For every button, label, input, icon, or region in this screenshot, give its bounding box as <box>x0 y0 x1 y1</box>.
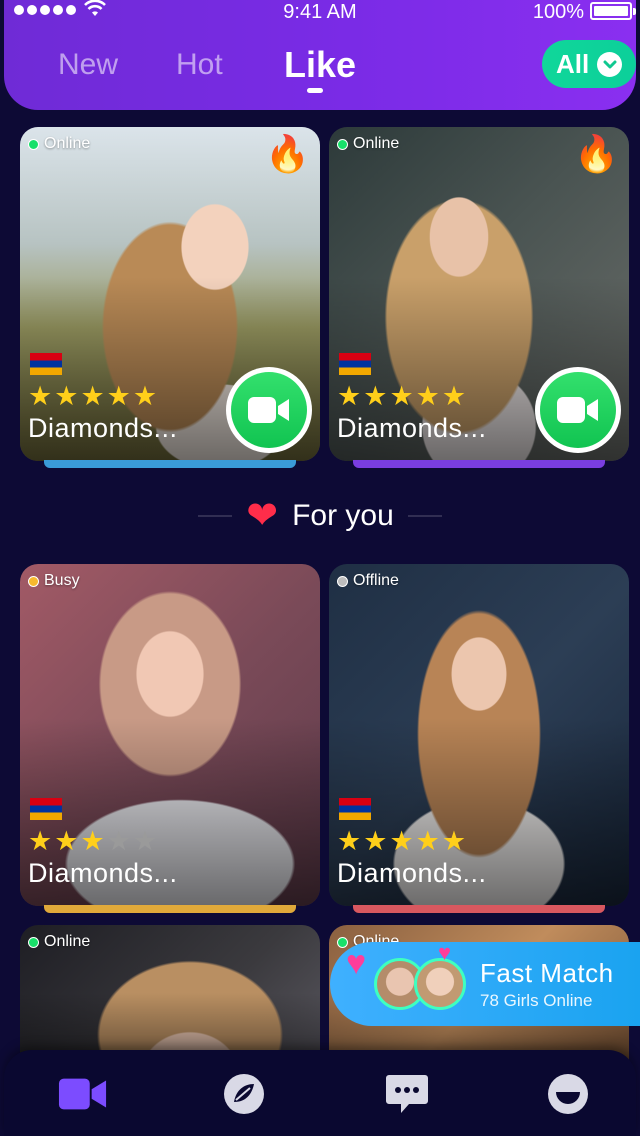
profile-name: Diamonds... <box>337 413 487 443</box>
divider <box>407 515 442 517</box>
status-dot <box>337 575 348 587</box>
tab-hot[interactable]: Hot <box>176 48 223 82</box>
status-dot <box>28 575 39 587</box>
nav-profile[interactable] <box>543 1072 593 1116</box>
star-icon: ★ <box>337 826 362 856</box>
heart-icon: ❤ <box>246 495 279 537</box>
category-tabs: New Hot Like All <box>4 40 636 100</box>
discover-icon <box>224 1074 264 1114</box>
profile-icon <box>548 1074 588 1114</box>
fast-match-button[interactable]: ♥ ♥ Fast Match 78 Girls Online <box>330 940 640 1026</box>
status-badge: Online <box>28 933 90 951</box>
star-icon: ★ <box>415 381 440 411</box>
heart-icon: ♥ <box>346 944 367 982</box>
star-icon: ★ <box>28 826 53 856</box>
star-icon: ★ <box>363 826 388 856</box>
active-tab-indicator <box>307 88 323 93</box>
filter-all-button[interactable]: All <box>542 40 636 88</box>
fast-match-title: Fast Match <box>480 958 614 988</box>
status-bar: 9:41 AM 100% <box>4 0 636 26</box>
armenia-flag-icon <box>30 353 62 375</box>
video-camera-icon <box>248 397 289 423</box>
fire-icon: 🔥 <box>265 133 310 174</box>
status-label: Online <box>44 933 91 950</box>
star-rating: ★ ★ ★ ★ ★ <box>337 828 466 855</box>
star-icon: ★ <box>389 826 414 856</box>
star-empty-icon: ★ <box>106 826 131 856</box>
for-you-heading: ❤ For you <box>0 496 640 536</box>
bottom-navigation <box>4 1050 636 1136</box>
star-icon: ★ <box>54 381 79 411</box>
battery-percent: 100% <box>532 1 584 23</box>
status-dot <box>28 936 39 948</box>
star-icon: ★ <box>363 381 388 411</box>
star-icon: ★ <box>441 826 467 856</box>
star-icon: ★ <box>132 381 158 411</box>
status-label: Busy <box>44 572 80 589</box>
fast-match-subtitle: 78 Girls Online <box>480 991 593 1010</box>
status-label: Online <box>44 135 91 152</box>
star-rating: ★ ★ ★ ★ ★ <box>337 383 466 410</box>
status-badge: Online <box>337 135 399 153</box>
star-icon: ★ <box>106 381 131 411</box>
featured-card-1[interactable]: Online 🔥 ★ ★ ★ ★ ★ Diamonds... <box>20 127 320 468</box>
star-icon: ★ <box>80 826 105 856</box>
nav-discover[interactable] <box>219 1072 269 1116</box>
profile-card-2[interactable]: Offline ★ ★ ★ ★ ★ Diamonds... <box>329 564 629 913</box>
armenia-flag-icon <box>339 353 371 375</box>
profile-name: Diamonds... <box>28 858 178 888</box>
star-icon: ★ <box>441 381 467 411</box>
star-rating: ★ ★ ★ ★ ★ <box>28 828 157 855</box>
star-icon: ★ <box>415 826 440 856</box>
star-empty-icon: ★ <box>132 826 158 856</box>
star-icon: ★ <box>337 381 362 411</box>
video-camera-icon <box>557 397 598 423</box>
top-header: 9:41 AM 100% New Hot Like All <box>4 0 636 110</box>
profile-card-1[interactable]: Busy ★ ★ ★ ★ ★ Diamonds... <box>20 564 320 913</box>
star-icon: ★ <box>80 381 105 411</box>
armenia-flag-icon <box>30 798 62 820</box>
armenia-flag-icon <box>339 798 371 820</box>
divider <box>198 515 233 517</box>
star-icon: ★ <box>389 381 414 411</box>
card-accent-bar <box>44 460 296 468</box>
star-icon: ★ <box>28 381 53 411</box>
video-call-button[interactable] <box>226 367 312 453</box>
status-dot <box>337 138 348 150</box>
card-accent-bar <box>353 905 605 913</box>
chevron-down-icon <box>597 52 622 77</box>
tab-new[interactable]: New <box>58 48 118 82</box>
video-call-button[interactable] <box>535 367 621 453</box>
status-badge: Busy <box>28 572 80 590</box>
filter-label: All <box>556 48 590 79</box>
featured-card-2[interactable]: Online 🔥 ★ ★ ★ ★ ★ Diamonds... <box>329 127 629 468</box>
star-icon: ★ <box>54 826 79 856</box>
status-badge: Offline <box>337 572 399 590</box>
status-label: Online <box>353 135 400 152</box>
heart-icon: ♥ <box>438 940 452 965</box>
video-camera-icon <box>58 1078 107 1110</box>
status-badge: Online <box>28 135 90 153</box>
nav-messages[interactable] <box>382 1072 432 1116</box>
card-accent-bar <box>353 460 605 468</box>
status-dot <box>28 138 39 150</box>
status-label: Offline <box>353 572 399 589</box>
star-rating: ★ ★ ★ ★ ★ <box>28 383 157 410</box>
tab-like[interactable]: Like <box>284 44 356 86</box>
messages-icon <box>386 1075 428 1113</box>
nav-video[interactable] <box>58 1072 108 1116</box>
section-title: For you <box>292 499 394 532</box>
profile-name: Diamonds... <box>337 858 487 888</box>
fire-icon: 🔥 <box>574 133 619 174</box>
battery-icon <box>590 2 636 20</box>
card-accent-bar <box>44 905 296 913</box>
profile-name: Diamonds... <box>28 413 178 443</box>
